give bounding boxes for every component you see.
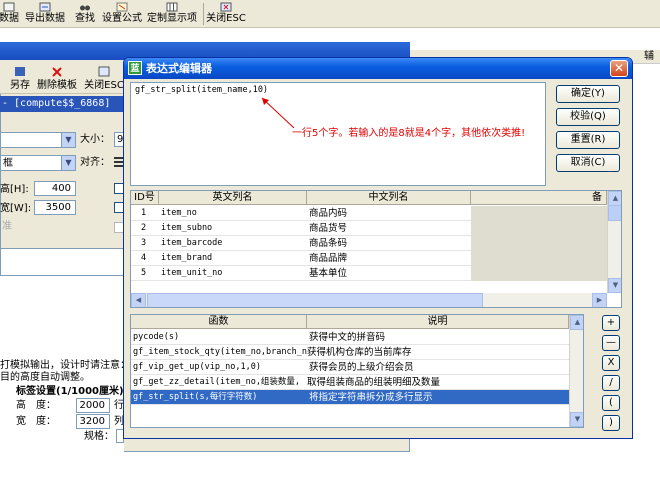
- functions-vertical-scrollbar[interactable]: ▲ ▼: [569, 315, 583, 427]
- vertical-scrollbar[interactable]: ▲ ▼: [607, 191, 621, 293]
- width-input[interactable]: 3500: [34, 200, 76, 215]
- table-row[interactable]: 5 item_unit_no 基本单位: [131, 266, 607, 281]
- save-as-button[interactable]: 另存: [0, 66, 40, 91]
- list-item[interactable]: gf_vip_get_up(vip_no,1,0) 获得会员的上级介绍会员: [131, 360, 569, 375]
- main-toolbar: 数据 导出数据 查找 设置公式 定制显示项 关闭ESC: [0, 0, 660, 28]
- reset-button[interactable]: 重置(R): [556, 131, 620, 149]
- binoculars-icon: [80, 5, 90, 11]
- find-button[interactable]: 查找: [72, 0, 98, 28]
- grid-header-function[interactable]: 函数: [131, 315, 307, 329]
- formula-icon: [116, 2, 128, 12]
- set-formula-button[interactable]: 设置公式: [102, 0, 142, 28]
- close-esc-button[interactable]: 关闭ESC: [206, 0, 246, 28]
- preview-box: [0, 248, 124, 276]
- list-item-selected[interactable]: gf_str_split(s,每行字符数) 将指定字符串拆分成多行显示: [131, 390, 569, 405]
- list-item[interactable]: gf_get_zz_detail(item_no,组装数量, 取得组装商品的组装…: [131, 375, 569, 390]
- scroll-left-icon[interactable]: ◀: [131, 293, 146, 307]
- functions-grid: 函数 说明 pycode(s) 获得中文的拼音码 gf_item_stock_q…: [130, 314, 584, 428]
- label-width-input[interactable]: 3200: [76, 414, 110, 429]
- columns-grid: ID号 英文列名 中文列名 备 1 item_no 商品内码 2 item_su…: [130, 190, 622, 308]
- left-paren-button[interactable]: (: [602, 395, 620, 411]
- right-paren-button[interactable]: ): [602, 415, 620, 431]
- list-item[interactable]: gf_item_stock_qty(item_no,branch_no 获得机构…: [131, 345, 569, 360]
- save-as-icon: [15, 67, 25, 76]
- font-select[interactable]: ▼: [0, 132, 76, 148]
- table-row[interactable]: 4 item_brand 商品品牌: [131, 251, 607, 266]
- ok-button[interactable]: 确定(Y): [556, 85, 620, 103]
- grid-header-description[interactable]: 说明: [307, 315, 569, 329]
- scroll-thumb-horizontal[interactable]: [147, 293, 483, 307]
- plus-operator-button[interactable]: +: [602, 315, 620, 331]
- grid-header-remark[interactable]: 备: [471, 191, 607, 205]
- border-style-select[interactable]: 框 ▼: [0, 155, 76, 171]
- scroll-up-icon[interactable]: ▲: [608, 191, 621, 206]
- cancel-button[interactable]: 取消(C): [556, 154, 620, 172]
- columns-icon: [166, 2, 178, 12]
- annotation-arrow: [261, 97, 295, 129]
- dialog-title: 表达式编辑器: [146, 62, 212, 75]
- scroll-down-icon[interactable]: ▼: [570, 412, 583, 427]
- table-row[interactable]: 1 item_no 商品内码: [131, 206, 607, 221]
- table-row[interactable]: 2 item_subno 商品货号: [131, 221, 607, 236]
- minus-operator-button[interactable]: —: [602, 335, 620, 351]
- toolbar-separator: [203, 3, 204, 25]
- scroll-down-icon[interactable]: ▼: [608, 278, 621, 293]
- multiply-operator-button[interactable]: X: [602, 355, 620, 371]
- chevron-down-icon: ▼: [61, 133, 75, 147]
- delete-template-button[interactable]: 删除模板: [36, 66, 78, 91]
- scroll-right-icon[interactable]: ▶: [592, 293, 607, 307]
- import-data-button[interactable]: 数据: [0, 0, 20, 28]
- label-height-input[interactable]: 2000: [76, 398, 110, 413]
- annotation-note: 一行5个字。若输入的是8就是4个字，其他依次类推!: [292, 128, 526, 139]
- grid-header-en-name[interactable]: 英文列名: [159, 191, 307, 205]
- custom-columns-button[interactable]: 定制显示项: [146, 0, 198, 28]
- dialog-titlebar: 表达式编辑器: [124, 58, 632, 79]
- close-window-icon: [220, 2, 232, 12]
- export-data-button[interactable]: 导出数据: [22, 0, 68, 28]
- height-input[interactable]: 400: [34, 181, 76, 196]
- import-icon: [3, 2, 15, 12]
- bg-close-button[interactable]: 关闭ESC: [84, 66, 124, 91]
- horizontal-scrollbar[interactable]: ◀ ▶: [131, 293, 607, 307]
- divide-operator-button[interactable]: /: [602, 375, 620, 391]
- template-caption: - [compute$$_6868]: [0, 96, 130, 112]
- delete-icon: [52, 67, 62, 77]
- verify-button[interactable]: 校验(Q): [556, 108, 620, 126]
- list-item[interactable]: pycode(s) 获得中文的拼音码: [131, 330, 569, 345]
- grid-header-cn-name[interactable]: 中文列名: [307, 191, 471, 205]
- chevron-down-icon: ▼: [61, 156, 75, 170]
- grid-header-id[interactable]: ID号: [131, 191, 159, 205]
- table-row[interactable]: 3 item_barcode 商品条码: [131, 236, 607, 251]
- app-icon: 蓝: [128, 61, 142, 75]
- close-icon[interactable]: ✕: [610, 60, 628, 77]
- export-icon: [39, 2, 51, 12]
- close-icon: [98, 66, 110, 77]
- scroll-thumb[interactable]: [608, 205, 621, 221]
- scroll-up-icon[interactable]: ▲: [570, 315, 583, 330]
